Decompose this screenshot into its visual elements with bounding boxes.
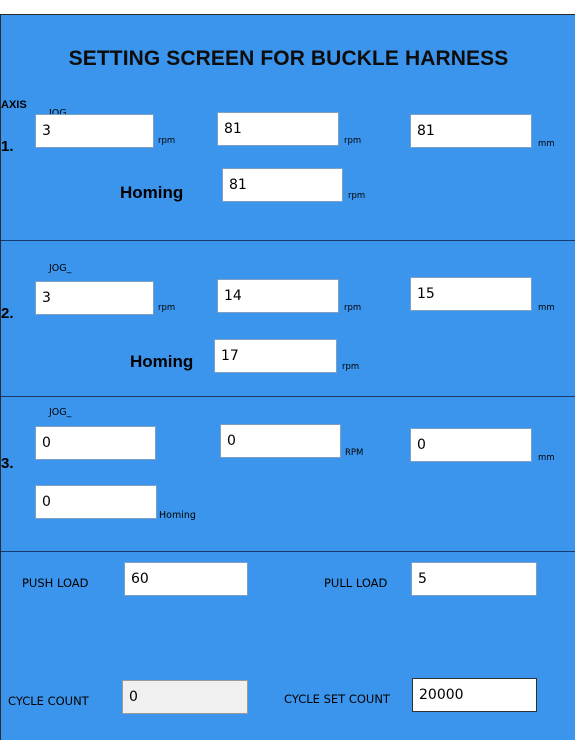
axis3-distance-unit: mm xyxy=(538,453,555,463)
axis-heading: AXIS xyxy=(1,99,27,111)
axis3-homing-input[interactable] xyxy=(35,485,157,519)
axis2-number: 2. xyxy=(1,305,14,322)
axis2-homing-label: Homing xyxy=(130,352,194,371)
axis3-number: 3. xyxy=(1,455,14,472)
axis3-distance-input[interactable] xyxy=(410,428,532,462)
axis2-distance-unit: mm xyxy=(538,303,555,313)
axis2-distance-input[interactable] xyxy=(410,277,532,311)
axis2-speed-unit: rpm xyxy=(344,303,362,313)
axis3-speed-input[interactable] xyxy=(220,424,341,458)
pull-load-label: PULL LOAD xyxy=(324,576,388,590)
axis1-jog-unit: rpm xyxy=(158,136,176,146)
axis2-homing-unit: rpm xyxy=(342,362,360,372)
axis2-jog-label: JOG_ xyxy=(49,263,72,274)
axis3-jog-input[interactable] xyxy=(35,426,156,460)
axis2-jog-unit: rpm xyxy=(158,303,176,313)
axis1-homing-unit: rpm xyxy=(348,191,366,201)
axis2-homing-input[interactable] xyxy=(214,339,337,373)
cycle-set-count-input[interactable] xyxy=(412,678,537,712)
axis3-jog-label: JOG_ xyxy=(49,407,72,418)
axis1-number: 1. xyxy=(1,138,14,155)
page-title: SETTING SCREEN FOR BUCKLE HARNESS xyxy=(68,47,509,70)
axis1-homing-input[interactable] xyxy=(222,168,343,202)
axis1-jog-input[interactable] xyxy=(35,114,154,148)
axis1-homing-label: Homing xyxy=(120,183,184,202)
pull-load-input[interactable] xyxy=(411,562,537,596)
axis1-separator xyxy=(1,240,575,241)
cycle-set-count-label: CYCLE SET COUNT xyxy=(284,692,390,706)
axis3-separator xyxy=(1,551,575,552)
axis1-speed-input[interactable] xyxy=(217,112,339,146)
cycle-count-label: CYCLE COUNT xyxy=(8,694,89,708)
axis1-distance-input[interactable] xyxy=(410,114,532,148)
push-load-input[interactable] xyxy=(124,562,248,596)
axis1-speed-unit: rpm xyxy=(344,136,362,146)
axis1-distance-unit: mm xyxy=(538,139,555,149)
axis2-jog-input[interactable] xyxy=(35,281,154,315)
cycle-count-display xyxy=(122,680,248,714)
axis2-speed-input[interactable] xyxy=(217,279,339,313)
setting-screen: SETTING SCREEN FOR BUCKLE HARNESS AXIS J… xyxy=(0,14,575,740)
axis2-separator xyxy=(1,396,575,397)
axis3-homing-label: Homing xyxy=(159,510,196,521)
push-load-label: PUSH LOAD xyxy=(22,576,89,590)
axis3-speed-unit: RPM xyxy=(345,448,364,458)
